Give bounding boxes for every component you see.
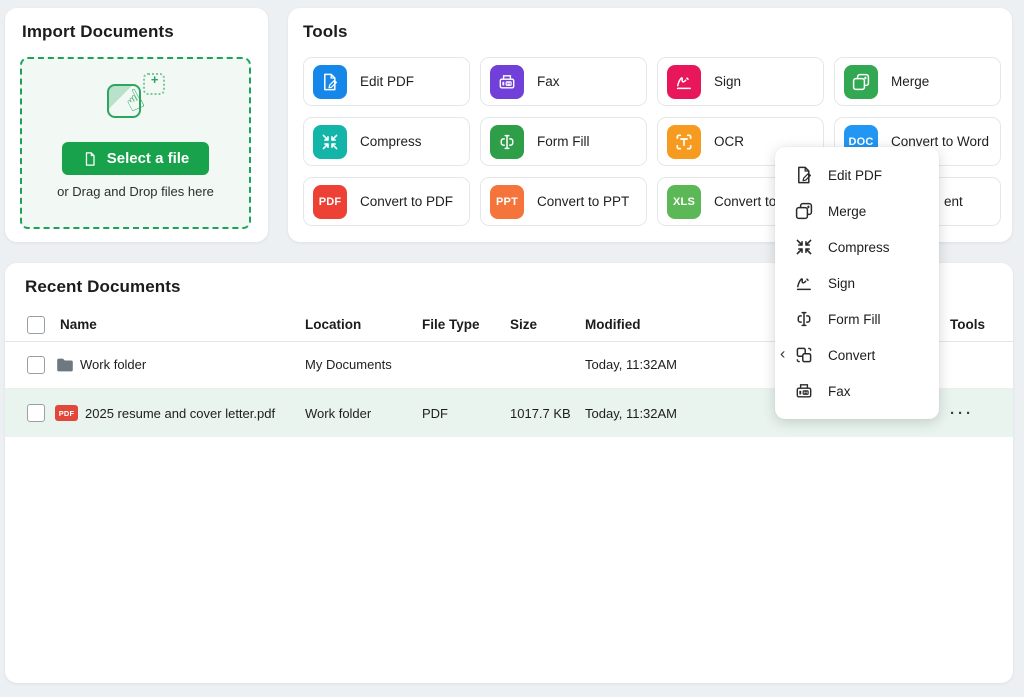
column-header-file-type: File Type [422,308,480,341]
select-a-file-button[interactable]: Select a file [62,142,210,175]
row-modified: Today, 11:32AM [585,389,677,437]
form-fill-icon [794,309,814,329]
tool-card-edit-pdf[interactable]: Edit PDF [303,57,470,106]
compress-icon [794,237,814,257]
plus-icon: + [151,73,159,86]
menu-item-sign[interactable]: Sign [775,265,939,301]
row-size: 1017.7 KB [510,389,571,437]
tool-card-sign[interactable]: Sign [657,57,824,106]
column-header-size: Size [510,308,537,341]
tool-card-form-fill[interactable]: Form Fill [480,117,647,166]
sign-icon [794,273,814,293]
ppt-file-icon: PPT [490,185,524,219]
row-location: Work folder [305,389,371,437]
import-documents-panel: Import Documents + ☝ Select a file or Dr… [5,8,268,242]
compress-icon [313,125,347,159]
app-root: Import Documents + ☝ Select a file or Dr… [0,0,1024,697]
file-dropzone[interactable]: + ☝ Select a file or Drag and Drop files… [20,57,251,229]
convert-icon [794,345,814,365]
row-location: My Documents [305,341,392,388]
row-modified: Today, 11:32AM [585,341,677,388]
tool-card-merge[interactable]: Merge [834,57,1001,106]
import-documents-title: Import Documents [22,22,174,42]
row-file-type: PDF [422,389,448,437]
edit-pdf-icon [313,65,347,99]
menu-item-convert[interactable]: ‹ Convert [775,337,939,373]
drag-drop-hand-icon: + ☝ [104,73,168,131]
tool-card-convert-to-pdf[interactable]: PDF Convert to PDF [303,177,470,226]
row-name: 2025 resume and cover letter.pdf [85,389,275,437]
folder-icon [55,355,75,375]
merge-icon [794,201,814,221]
column-header-name: Name [60,308,97,341]
pdf-file-badge-icon: PDF [55,405,78,421]
menu-item-compress[interactable]: Compress [775,229,939,265]
row-checkbox[interactable] [27,404,45,422]
menu-item-form-fill[interactable]: Form Fill [775,301,939,337]
tools-title: Tools [303,22,348,42]
menu-item-fax[interactable]: Fax [775,373,939,409]
pdf-file-icon: PDF [313,185,347,219]
fax-icon [490,65,524,99]
ocr-icon [667,125,701,159]
row-actions-ellipsis-button[interactable]: ··· [950,389,974,437]
tools-context-menu: Edit PDF Merge Compress Sign Form Fill ‹… [775,147,939,419]
sign-icon [667,65,701,99]
form-fill-icon [490,125,524,159]
chevron-left-icon: ‹ [780,346,785,364]
row-name: Work folder [80,341,146,388]
menu-item-merge[interactable]: Merge [775,193,939,229]
row-checkbox[interactable] [27,356,45,374]
file-icon [82,151,98,167]
select-all-checkbox[interactable] [27,316,45,334]
xls-file-icon: XLS [667,185,701,219]
recent-documents-title: Recent Documents [25,277,181,297]
menu-item-edit-pdf[interactable]: Edit PDF [775,157,939,193]
column-header-modified: Modified [585,308,641,341]
tool-card-compress[interactable]: Compress [303,117,470,166]
column-header-tools: Tools [950,308,985,341]
edit-pdf-icon [794,165,814,185]
select-a-file-label: Select a file [107,150,190,167]
tool-card-convert-to-ppt[interactable]: PPT Convert to PPT [480,177,647,226]
tool-card-fax[interactable]: Fax [480,57,647,106]
drag-drop-hint: or Drag and Drop files here [22,184,249,199]
merge-icon [844,65,878,99]
fax-icon [794,381,814,401]
column-header-location: Location [305,308,361,341]
